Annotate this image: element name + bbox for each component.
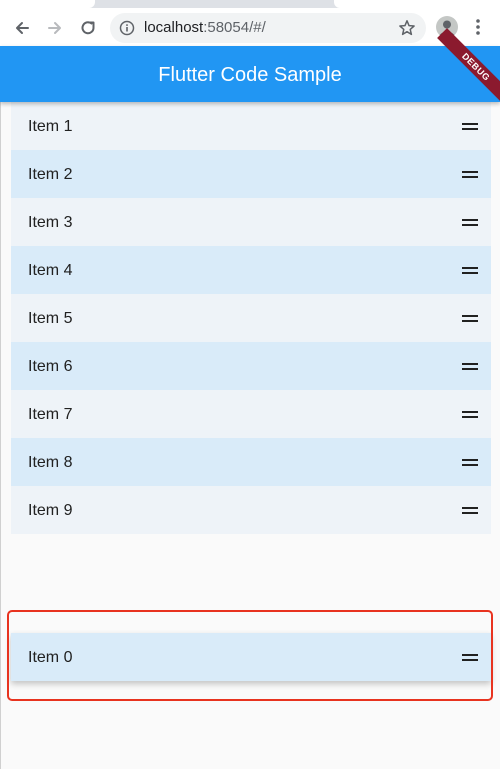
reorderable-list: Item 1 Item 2 Item 3 Item 4 Item 5 Item …: [11, 102, 491, 534]
browser-tab-strip: [0, 0, 500, 8]
list-item-label: Item 3: [28, 214, 73, 231]
list-item-label: Item 7: [28, 406, 73, 423]
window-edge: [0, 46, 1, 769]
list-item[interactable]: Item 6: [11, 342, 491, 390]
app-bar: Flutter Code Sample DEBUG: [0, 28, 500, 106]
list-item-label: Item 5: [28, 310, 73, 327]
drag-handle-icon[interactable]: [462, 169, 478, 179]
address-bar[interactable]: localhost:58054/#/: [110, 13, 426, 43]
list-item[interactable]: Item 2: [11, 150, 491, 198]
list-item-label: Item 4: [28, 262, 73, 279]
drag-handle-icon[interactable]: [462, 457, 478, 467]
browser-tab-right[interactable]: [334, 0, 500, 8]
list-item[interactable]: Item 7: [11, 390, 491, 438]
vertical-dots-icon[interactable]: [474, 17, 482, 37]
list-item[interactable]: Item 8: [11, 438, 491, 486]
list-item-label: Item 8: [28, 454, 73, 471]
list-item[interactable]: Item 1: [11, 102, 491, 150]
arrow-right-icon: [48, 22, 61, 34]
highlight-box: [7, 610, 493, 701]
screen: localhost:58054/#/ Flutter Code Sample D…: [0, 0, 500, 769]
list-item[interactable]: Item 3: [11, 198, 491, 246]
drag-handle-icon[interactable]: [462, 121, 478, 131]
list-item-label: Item 1: [28, 118, 73, 135]
browser-tab[interactable]: [0, 0, 95, 8]
drag-handle-icon[interactable]: [462, 265, 478, 275]
forward-button[interactable]: [44, 17, 66, 39]
url-text[interactable]: localhost:58054/#/: [144, 20, 266, 36]
list-item-label: Item 6: [28, 358, 73, 375]
reload-icon: [81, 21, 95, 35]
drag-handle-icon[interactable]: [462, 505, 478, 515]
app-title: Flutter Code Sample: [158, 64, 342, 86]
star-icon[interactable]: [398, 19, 416, 37]
list-item-label: Item 2: [28, 166, 73, 183]
drag-handle-icon[interactable]: [462, 313, 478, 323]
url-host: localhost: [144, 19, 204, 36]
drag-handle-icon[interactable]: [462, 409, 478, 419]
back-button[interactable]: [11, 17, 33, 39]
browser-toolbar: localhost:58054/#/: [0, 8, 500, 47]
reload-button[interactable]: [77, 17, 99, 39]
arrow-left-icon: [16, 22, 29, 34]
list-item[interactable]: Item 5: [11, 294, 491, 342]
url-path: :58054/#/: [203, 19, 266, 36]
list-item[interactable]: Item 4: [11, 246, 491, 294]
drag-handle-icon[interactable]: [462, 217, 478, 227]
list-item[interactable]: Item 9: [11, 486, 491, 534]
info-icon[interactable]: [119, 20, 135, 36]
drag-handle-icon[interactable]: [462, 361, 478, 371]
list-item-label: Item 9: [28, 502, 73, 519]
